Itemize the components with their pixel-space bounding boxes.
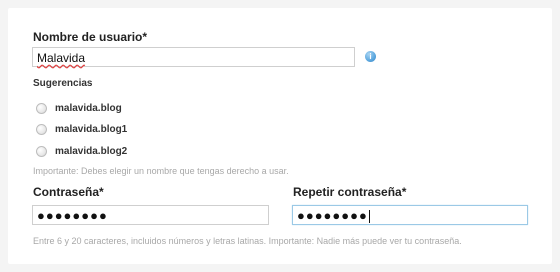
suggestion-label: malavida.blog2 [55,145,128,157]
password-value: ●●●●●●●● [37,208,108,223]
password-hint: Entre 6 y 20 caracteres, incluidos númer… [33,236,462,246]
username-value: Malavida [37,51,86,65]
suggestion-option-1[interactable]: malavida.blog [36,101,122,115]
radio-button[interactable] [36,145,47,157]
username-label: Nombre de usuario* [33,30,148,44]
info-icon[interactable]: i [365,51,376,62]
suggestion-label: malavida.blog [55,102,122,114]
username-input[interactable]: Malavida [32,47,355,67]
suggestion-label: malavida.blog1 [55,123,128,135]
text-caret [368,210,370,224]
suggestion-option-2[interactable]: malavida.blog1 [36,122,127,136]
repeat-password-value: ●●●●●●●● [297,208,368,223]
radio-button[interactable] [36,102,47,114]
password-label: Contraseña* [33,185,104,199]
repeat-password-input[interactable]: ●●●●●●●● [292,205,528,225]
repeat-password-label: Repetir contraseña* [293,185,407,199]
suggestions-title: Sugerencias [33,78,93,89]
suggestion-option-3[interactable]: malavida.blog2 [36,144,127,158]
password-input[interactable]: ●●●●●●●● [32,205,269,225]
radio-button[interactable] [36,123,47,135]
username-hint: Importante: Debes elegir un nombre que t… [33,166,289,176]
